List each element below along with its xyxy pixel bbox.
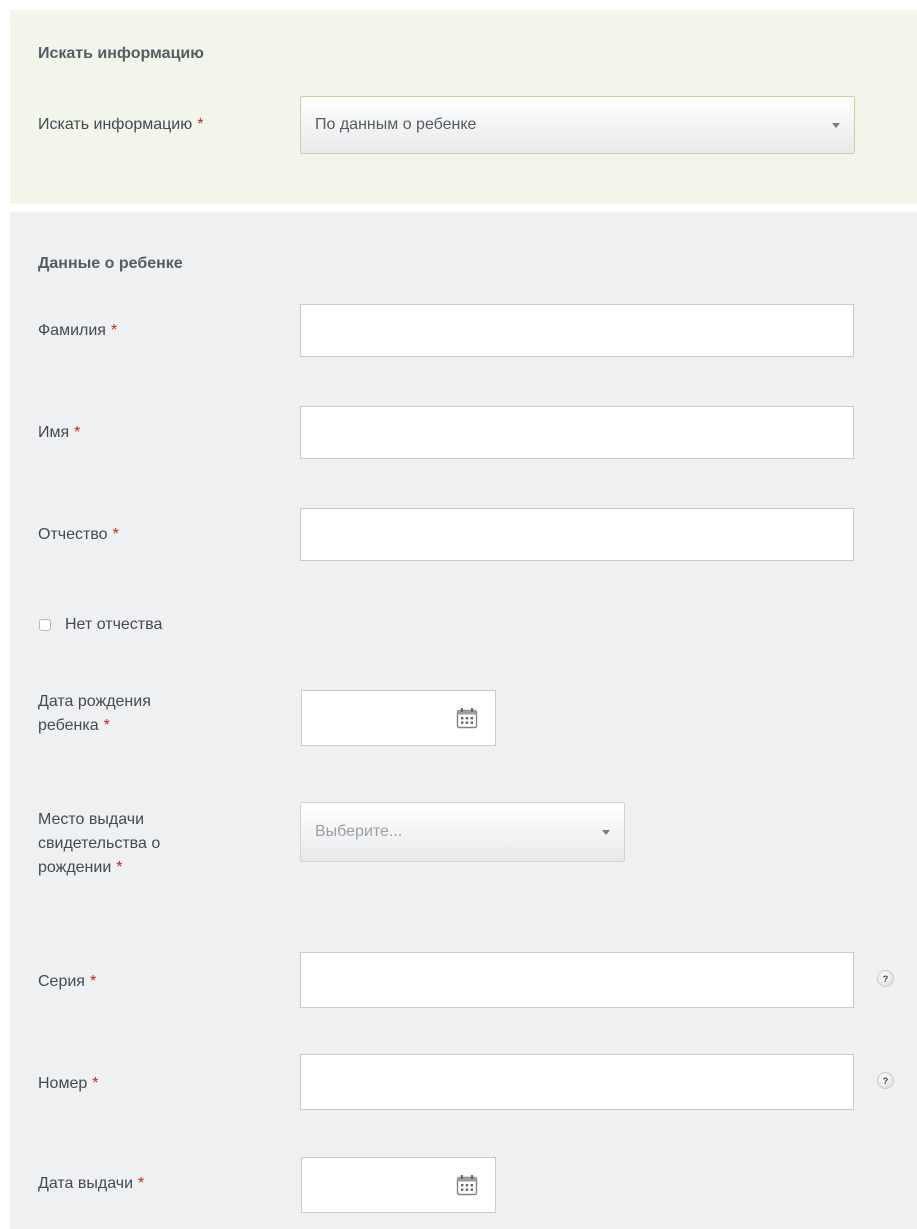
required-mark: * <box>116 859 123 876</box>
search-type-selected-value: По данным о ребенке <box>315 116 477 133</box>
required-mark: * <box>138 1175 145 1192</box>
no-patronymic-label: Нет отчества <box>65 616 163 633</box>
calendar-icon[interactable] <box>456 1174 478 1196</box>
required-mark: * <box>74 424 81 441</box>
child-data-panel: Данные о ребенке Фамилия * Имя * Отчество *… <box>10 212 917 1229</box>
search-type-label: Искать информацию * <box>38 116 204 133</box>
birth-date-label: Дата рождения ребенка * <box>38 693 151 734</box>
certificate-place-placeholder: Выберите... <box>315 823 403 840</box>
chevron-down-icon <box>602 829 610 835</box>
required-mark: * <box>197 116 204 133</box>
chevron-down-icon <box>832 122 840 128</box>
required-mark: * <box>110 322 118 339</box>
certificate-place-select[interactable]: Выберите... <box>300 802 625 862</box>
issue-date-input[interactable] <box>302 1158 442 1212</box>
last-name-input[interactable] <box>300 304 854 357</box>
search-panel: Искать информацию Искать информацию * По … <box>10 10 917 204</box>
search-type-select[interactable]: По данным о ребенке <box>300 96 855 154</box>
question-icon[interactable]: ? <box>877 1072 894 1089</box>
certificate-place-label: Место выдачи свидетельства о рождении * <box>38 811 161 876</box>
patronymic-label: Отчество * <box>38 526 119 543</box>
first-name-label: Имя * <box>38 424 81 441</box>
issue-date-field[interactable] <box>301 1157 496 1213</box>
required-mark: * <box>89 973 97 990</box>
last-name-label: Фамилия * <box>38 322 118 339</box>
question-icon[interactable]: ? <box>877 970 894 987</box>
required-mark: * <box>112 526 119 543</box>
number-label: Номер * <box>38 1075 99 1092</box>
calendar-icon[interactable] <box>456 707 478 729</box>
child-section-title: Данные о ребенке <box>38 255 183 272</box>
series-label: Серия * <box>38 973 97 990</box>
issue-date-label: Дата выдачи * <box>38 1175 145 1192</box>
number-input[interactable] <box>300 1054 854 1110</box>
series-input[interactable] <box>300 952 854 1008</box>
search-section-title: Искать информацию <box>38 45 204 62</box>
birth-date-input[interactable] <box>302 691 442 745</box>
required-mark: * <box>103 717 110 734</box>
required-mark: * <box>92 1075 99 1092</box>
no-patronymic-row[interactable]: Нет отчества <box>39 616 162 634</box>
first-name-input[interactable] <box>300 406 854 459</box>
patronymic-input[interactable] <box>300 508 854 561</box>
birth-date-field[interactable] <box>301 690 496 746</box>
no-patronymic-checkbox[interactable] <box>39 619 51 631</box>
